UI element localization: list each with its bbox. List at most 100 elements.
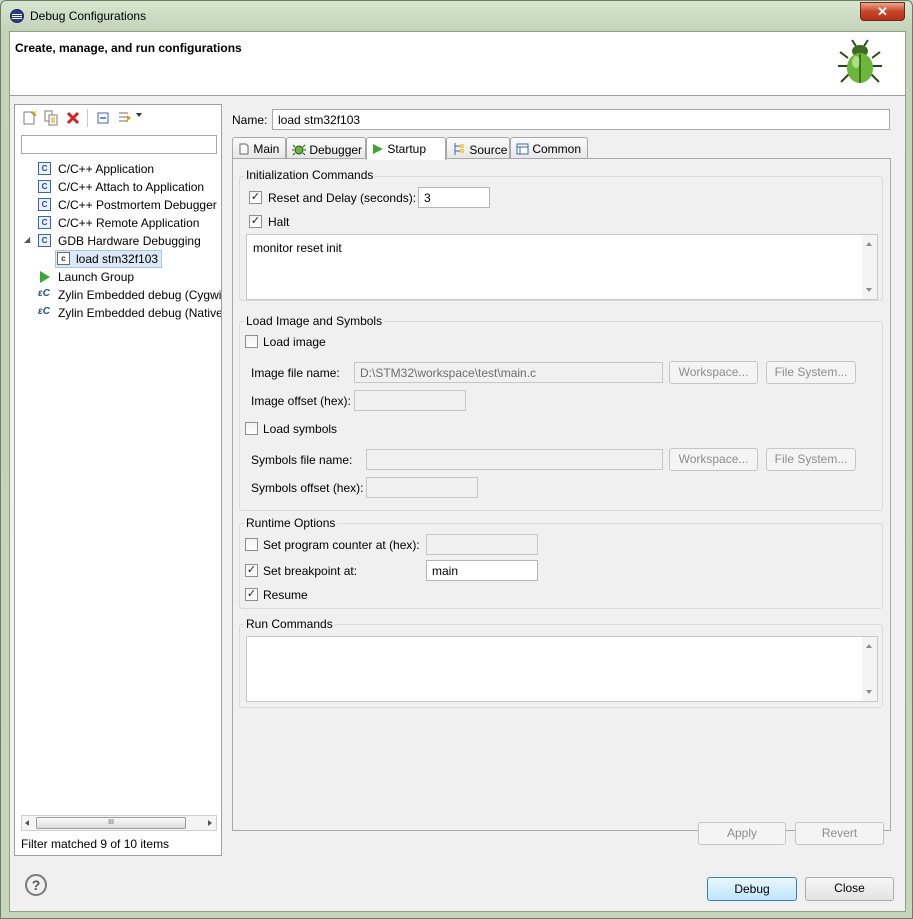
window-title: Debug Configurations bbox=[30, 9, 147, 23]
halt-label: Halt bbox=[268, 215, 290, 229]
close-button[interactable]: Close bbox=[805, 877, 894, 901]
scroll-right-icon[interactable] bbox=[208, 820, 212, 826]
tab-source[interactable]: Source bbox=[446, 137, 510, 159]
c-config-icon: C bbox=[38, 234, 51, 247]
zylin-icon: ɛC bbox=[38, 288, 51, 299]
symbols-filesystem-button[interactable]: File System... bbox=[766, 448, 856, 471]
c-config-icon: C bbox=[38, 162, 51, 175]
main-tab-icon bbox=[239, 143, 249, 155]
duplicate-config-icon[interactable] bbox=[43, 110, 59, 126]
run-commands-scrollbar[interactable] bbox=[862, 637, 877, 701]
tree-item-c-cpp-attach[interactable]: C C/C++ Attach to Application bbox=[15, 178, 221, 196]
set-pc-checkbox[interactable] bbox=[245, 538, 258, 551]
tab-startup[interactable]: Startup bbox=[366, 137, 446, 160]
load-image-checkbox[interactable] bbox=[245, 335, 258, 348]
symbols-offset-label: Symbols offset (hex): bbox=[251, 481, 364, 495]
expanded-arrow-icon[interactable]: ◢ bbox=[24, 235, 30, 244]
common-tab-icon bbox=[516, 143, 529, 155]
resume-label: Resume bbox=[263, 588, 308, 602]
dialog-client: Create, manage, and run configurations C… bbox=[9, 31, 906, 912]
tree-item-load-stm32f103[interactable]: c load stm32f103 bbox=[15, 250, 221, 268]
run-commands-textarea[interactable] bbox=[246, 636, 878, 702]
tree-item-label: Zylin Embedded debug (Native) bbox=[58, 306, 221, 320]
tree-item-label: C/C++ Remote Application bbox=[58, 216, 200, 230]
set-pc-input[interactable] bbox=[426, 534, 538, 555]
symbols-file-input[interactable] bbox=[366, 449, 663, 470]
init-commands-scrollbar[interactable] bbox=[862, 235, 877, 299]
tab-common[interactable]: Common bbox=[510, 137, 588, 159]
init-commands-textarea[interactable]: monitor reset init bbox=[246, 234, 878, 300]
symbols-offset-input[interactable] bbox=[366, 477, 478, 498]
tree-item-launch-group[interactable]: Launch Group bbox=[15, 268, 221, 286]
debug-button[interactable]: Debug bbox=[707, 877, 797, 901]
tree-item-label: load stm32f103 bbox=[76, 252, 159, 266]
resume-checkbox[interactable]: ✓ bbox=[245, 588, 258, 601]
source-tab-icon bbox=[454, 143, 464, 155]
tree-item-label: Launch Group bbox=[58, 270, 135, 284]
toolbar-separator bbox=[87, 109, 88, 127]
set-breakpoint-label: Set breakpoint at: bbox=[263, 564, 358, 578]
revert-button[interactable]: Revert bbox=[795, 822, 884, 845]
name-input[interactable]: load stm32f103 bbox=[272, 109, 890, 130]
image-offset-label: Image offset (hex): bbox=[251, 394, 351, 408]
scroll-down-icon[interactable] bbox=[866, 288, 872, 292]
tree-horizontal-scrollbar[interactable]: III bbox=[21, 815, 217, 831]
c-config-icon: C bbox=[38, 198, 51, 211]
filter-input[interactable] bbox=[21, 135, 217, 154]
tree-item-label: Zylin Embedded debug (Cygwin) bbox=[58, 288, 221, 302]
tab-main[interactable]: Main bbox=[232, 137, 286, 159]
reset-delay-input[interactable]: 3 bbox=[418, 187, 490, 208]
scroll-up-icon[interactable] bbox=[866, 644, 872, 648]
group-title-initialization: Initialization Commands bbox=[244, 168, 376, 182]
tree-item-c-cpp-application[interactable]: C C/C++ Application bbox=[15, 160, 221, 178]
header-title: Create, manage, and run configurations bbox=[15, 41, 242, 55]
new-config-icon[interactable] bbox=[21, 110, 37, 126]
tree-item-label: C/C++ Postmortem Debugger bbox=[58, 198, 217, 212]
name-label: Name: bbox=[232, 113, 268, 127]
tab-bar: Main Debugger Startup Source Common bbox=[232, 137, 892, 160]
set-breakpoint-input[interactable]: main bbox=[426, 560, 538, 581]
zylin-icon: ɛC bbox=[38, 306, 51, 317]
apply-button[interactable]: Apply bbox=[698, 822, 786, 845]
image-file-input[interactable]: D:\STM32\workspace\test\main.c bbox=[354, 362, 663, 383]
scroll-up-icon[interactable] bbox=[866, 242, 872, 246]
debug-configurations-window: Debug Configurations ✕ Create, manage, a… bbox=[0, 0, 913, 919]
filter-dropdown-icon[interactable] bbox=[136, 113, 142, 117]
help-icon[interactable]: ? bbox=[25, 874, 47, 896]
tree-item-zylin-cygwin[interactable]: ɛC Zylin Embedded debug (Cygwin) bbox=[15, 286, 221, 304]
halt-checkbox[interactable]: ✓ bbox=[249, 215, 262, 228]
load-image-label: Load image bbox=[263, 335, 326, 349]
configuration-tree-pane: C C/C++ Application C C/C++ Attach to Ap… bbox=[14, 104, 222, 856]
tree-item-gdb-hardware[interactable]: ◢ C GDB Hardware Debugging bbox=[15, 232, 221, 250]
tree-item-label: C/C++ Application bbox=[58, 162, 155, 176]
collapse-all-icon[interactable] bbox=[95, 110, 111, 126]
scrollbar-thumb[interactable]: III bbox=[36, 817, 186, 829]
filter-config-icon[interactable] bbox=[117, 110, 133, 126]
delete-config-icon[interactable] bbox=[65, 110, 81, 126]
tree-item-label: GDB Hardware Debugging bbox=[58, 234, 201, 248]
title-bar[interactable]: Debug Configurations ✕ bbox=[1, 1, 912, 31]
startup-tab-content: Initialization Commands ✓ Reset and Dela… bbox=[232, 158, 891, 831]
configuration-editor: Name: load stm32f103 Main Debugger Start… bbox=[228, 104, 905, 856]
tab-debugger[interactable]: Debugger bbox=[286, 137, 366, 159]
group-title-runtime: Runtime Options bbox=[244, 516, 338, 530]
set-breakpoint-checkbox[interactable]: ✓ bbox=[245, 564, 258, 577]
symbols-workspace-button[interactable]: Workspace... bbox=[669, 448, 758, 471]
tree-item-c-cpp-postmortem[interactable]: C C/C++ Postmortem Debugger bbox=[15, 196, 221, 214]
scroll-down-icon[interactable] bbox=[866, 690, 872, 694]
load-symbols-checkbox[interactable] bbox=[245, 422, 258, 435]
c-config-icon: c bbox=[57, 252, 70, 265]
startup-tab-icon bbox=[373, 144, 383, 154]
reset-delay-checkbox[interactable]: ✓ bbox=[249, 191, 262, 204]
window-close-button[interactable]: ✕ bbox=[860, 2, 905, 21]
symbols-file-label: Symbols file name: bbox=[251, 453, 353, 467]
reset-delay-label: Reset and Delay (seconds): bbox=[268, 191, 417, 205]
group-title-run: Run Commands bbox=[244, 617, 335, 631]
tree-item-zylin-native[interactable]: ɛC Zylin Embedded debug (Native) bbox=[15, 304, 221, 322]
load-symbols-label: Load symbols bbox=[263, 422, 338, 436]
image-filesystem-button[interactable]: File System... bbox=[766, 361, 856, 384]
image-offset-input[interactable] bbox=[354, 390, 466, 411]
tree-item-c-cpp-remote[interactable]: C C/C++ Remote Application bbox=[15, 214, 221, 232]
image-workspace-button[interactable]: Workspace... bbox=[669, 361, 758, 384]
scroll-left-icon[interactable] bbox=[25, 820, 29, 826]
